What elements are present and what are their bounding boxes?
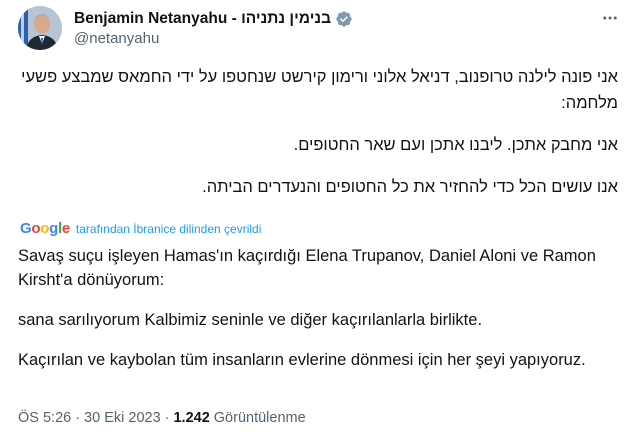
avatar[interactable] bbox=[18, 6, 62, 50]
meta-separator: · bbox=[164, 410, 170, 426]
verified-badge-icon[interactable] bbox=[335, 10, 353, 28]
original-tweet-text: אני פונה לילנה טרופנוב, דניאל אלוני ורימ… bbox=[18, 64, 618, 200]
meta-separator: · bbox=[75, 410, 81, 426]
translation-label[interactable]: tarafından İbranice dilinden çevrildi bbox=[76, 222, 261, 236]
more-options-icon bbox=[603, 16, 617, 20]
translated-paragraph: Kaçırılan ve kaybolan tüm insanların evl… bbox=[18, 351, 586, 369]
translated-paragraph: sana sarılıyorum Kalbimiz seninle ve diğ… bbox=[18, 311, 483, 329]
translation-attribution: Google tarafından İbranice dilinden çevr… bbox=[20, 220, 261, 237]
author-handle[interactable]: @netanyahu bbox=[74, 30, 159, 47]
views-count: 1.242 bbox=[173, 410, 210, 426]
tweet-date[interactable]: 30 Eki 2023 bbox=[84, 410, 161, 426]
tweet-meta: ÖS 5:26 · 30 Eki 2023 · 1.242 Görüntülen… bbox=[18, 410, 306, 426]
google-logo: Google bbox=[20, 220, 70, 237]
translated-tweet-text: Savaş suçu işleyen Hamas'ın kaçırdığı El… bbox=[18, 244, 618, 372]
views-label: Görüntülenme bbox=[213, 410, 306, 426]
tweet: Benjamin Netanyahu - בנימין נתניהו @neta… bbox=[0, 0, 640, 442]
display-name[interactable]: Benjamin Netanyahu - בנימין נתניהו bbox=[74, 10, 331, 28]
translated-paragraph: Savaş suçu işleyen Hamas'ın kaçırdığı El… bbox=[18, 247, 596, 289]
avatar-image bbox=[18, 6, 62, 50]
original-paragraph: אנו עושים הכל כדי להחזיר את כל החטופים ו… bbox=[202, 178, 618, 196]
more-options-button[interactable] bbox=[596, 6, 624, 30]
author-name-row: Benjamin Netanyahu - בנימין נתניהו bbox=[74, 9, 353, 29]
original-paragraph: אני מחבק אתכן. ליבנו אתכן ועם שאר החטופי… bbox=[293, 136, 618, 154]
original-paragraph: אני פונה לילנה טרופנוב, דניאל אלוני ורימ… bbox=[21, 68, 618, 112]
tweet-time[interactable]: ÖS 5:26 bbox=[18, 410, 71, 426]
